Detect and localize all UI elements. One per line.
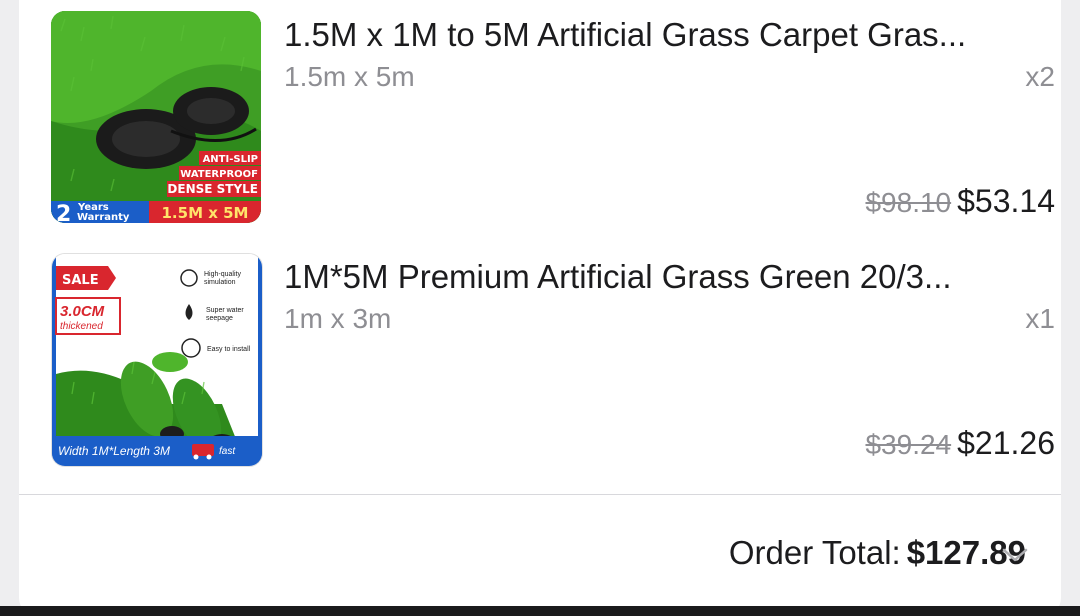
thickness-label: 3.0CM	[60, 303, 105, 320]
price-block: $98.10 $53.14	[865, 183, 1055, 220]
product-variant: 1m x 3m	[284, 303, 392, 334]
order-item[interactable]: ANTI-SLIP WATERPROOF DENSE STYLE 2 Years…	[51, 11, 1055, 225]
size-label: 1.5M x 5M	[162, 204, 249, 222]
order-total-row[interactable]: Order Total: $127.89	[729, 534, 1026, 572]
badge-waterproof: WATERPROOF	[180, 169, 258, 180]
warranty-number: 2	[56, 202, 71, 223]
divider	[19, 494, 1061, 495]
chevron-down-icon[interactable]	[1000, 545, 1030, 565]
product-title[interactable]: 1M*5M Premium Artificial Grass Green 20/…	[284, 257, 1054, 297]
warranty-label: Warranty	[77, 212, 130, 223]
original-price: $39.24	[865, 429, 952, 460]
feature-install: Easy to install	[207, 346, 251, 353]
sale-tag: SALE	[62, 273, 99, 288]
product-thumbnail[interactable]: ANTI-SLIP WATERPROOF DENSE STYLE 2 Years…	[51, 11, 261, 223]
order-total-label: Order Total:	[728, 534, 901, 571]
badge-anti-slip: ANTI-SLIP	[203, 154, 258, 165]
price-block: $39.24 $21.26	[865, 425, 1055, 462]
product-quantity: x2	[1025, 61, 1055, 92]
feature-water-a: Super water	[206, 307, 244, 314]
product-quantity: x1	[1025, 303, 1055, 334]
order-item[interactable]: SALE 3.0CM thickened High-quality simula…	[51, 253, 1055, 467]
feature-quality-b: simulation	[204, 279, 236, 286]
fast-label: fast	[219, 446, 236, 457]
product-thumbnail[interactable]: SALE 3.0CM thickened High-quality simula…	[51, 253, 263, 467]
feature-quality-a: High-quality	[204, 271, 241, 278]
feature-water-b: seepage	[206, 315, 233, 322]
sale-price: $21.26	[957, 425, 1055, 461]
product-variant: 1.5m x 5m	[284, 61, 415, 92]
sale-price: $53.14	[957, 183, 1055, 219]
thickness-note: thickened	[60, 321, 103, 332]
window-bottom-edge	[0, 606, 1080, 616]
original-price: $98.10	[865, 187, 952, 218]
dimension-label: Width 1M*Length 3M	[58, 444, 170, 458]
badge-dense-style: DENSE STYLE	[167, 182, 258, 196]
product-title[interactable]: 1.5M x 1M to 5M Artificial Grass Carpet …	[284, 15, 1054, 55]
